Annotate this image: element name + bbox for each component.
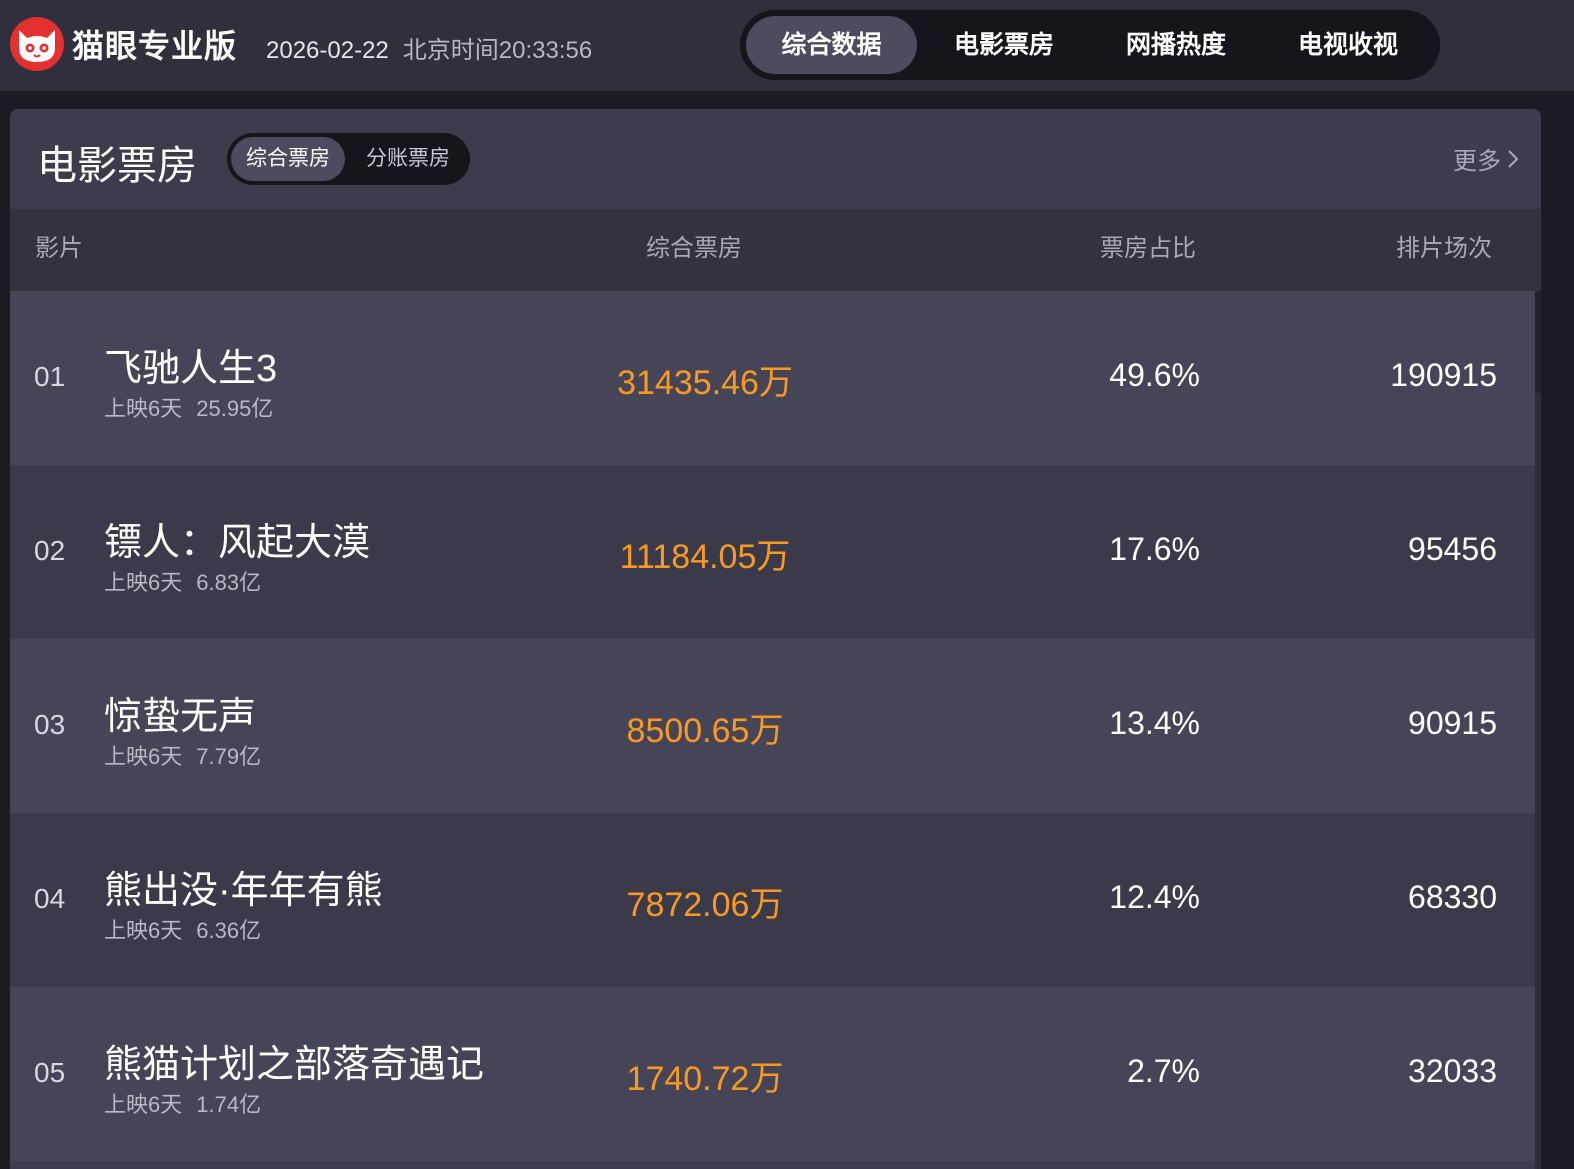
- combined-boxoffice: 31435.46万: [617, 364, 793, 402]
- chevron-right-icon: [1508, 149, 1519, 168]
- film-name[interactable]: 惊蛰无声: [104, 685, 256, 740]
- boxoffice-share: 2.7%: [1127, 1053, 1200, 1089]
- combined-boxoffice: 8500.65万: [626, 712, 784, 750]
- rank: 05: [34, 1057, 66, 1088]
- release-days: 上映6天: [104, 396, 183, 421]
- film-name[interactable]: 飞驰人生3: [104, 337, 277, 392]
- release-days: 上映6天: [104, 744, 183, 769]
- film-name[interactable]: 熊出没·年年有熊: [104, 859, 383, 914]
- datetime: 2026-02-22 北京时间20:33:56: [266, 30, 592, 65]
- subtab-split[interactable]: 分账票房: [351, 137, 465, 181]
- total-boxoffice: 6.83亿: [196, 570, 262, 595]
- column-header-boxoffice: 综合票房: [646, 235, 742, 262]
- table-body: 01 飞驰人生3 上映6天 25.95亿 31435.46万 49.6% 1909…: [10, 291, 1535, 1161]
- top-bar: 猫眼专业版 2026-02-22 北京时间20:33:56 综合数据 电影票房 网…: [0, 0, 1574, 91]
- film-meta: 上映6天 6.83亿: [104, 565, 261, 597]
- time-text: 20:33:56: [498, 37, 593, 64]
- release-days: 上映6天: [104, 1092, 183, 1117]
- session-count: 90915: [1408, 705, 1497, 741]
- session-count: 32033: [1408, 1053, 1497, 1089]
- rank: 02: [34, 535, 66, 566]
- film-name[interactable]: 熊猫计划之部落奇遇记: [104, 1033, 484, 1088]
- table-row[interactable]: 01 飞驰人生3 上映6天 25.95亿 31435.46万 49.6% 1909…: [10, 291, 1535, 465]
- table-row[interactable]: 04 熊出没·年年有熊 上映6天 6.36亿 7872.06万 12.4% 683…: [10, 813, 1535, 987]
- total-boxoffice: 25.95亿: [196, 396, 274, 421]
- column-header-sessions: 排片场次: [1396, 235, 1492, 262]
- tab-movie-boxoffice[interactable]: 电影票房: [918, 16, 1090, 74]
- film-meta: 上映6天 1.74亿: [104, 1087, 261, 1119]
- session-count: 190915: [1390, 357, 1497, 393]
- panel-title: 电影票房: [37, 144, 197, 188]
- table-row[interactable]: 03 惊蛰无声 上映6天 7.79亿 8500.65万 13.4% 90915: [10, 639, 1535, 813]
- rank: 04: [34, 883, 66, 914]
- combined-boxoffice: 1740.72万: [626, 1060, 784, 1098]
- date-text: 2026-02-22: [266, 37, 389, 64]
- total-boxoffice: 1.74亿: [196, 1092, 262, 1117]
- tab-overview[interactable]: 综合数据: [746, 16, 917, 74]
- film-meta: 上映6天 25.95亿: [104, 391, 273, 423]
- timezone-label: 北京时间: [402, 37, 499, 64]
- brand-name: 猫眼专业版: [72, 28, 238, 64]
- rank: 03: [34, 709, 66, 740]
- tab-web-heat[interactable]: 网播热度: [1090, 16, 1262, 74]
- table-row[interactable]: 02 镖人：风起大漠 上映6天 6.83亿 11184.05万 17.6% 954…: [10, 465, 1535, 639]
- release-days: 上映6天: [104, 570, 183, 595]
- combined-boxoffice: 11184.05万: [619, 538, 791, 576]
- session-count: 95456: [1408, 531, 1497, 567]
- more-label: 更多: [1453, 148, 1501, 175]
- subtab-combined[interactable]: 综合票房: [231, 137, 345, 181]
- tab-tv-ratings[interactable]: 电视收视: [1262, 16, 1434, 74]
- column-header-film: 影片: [35, 235, 83, 262]
- total-boxoffice: 6.36亿: [196, 918, 262, 943]
- film-meta: 上映6天 6.36亿: [104, 913, 261, 945]
- table-row[interactable]: 05 熊猫计划之部落奇遇记 上映6天 1.74亿 1740.72万 2.7% 32…: [10, 987, 1535, 1161]
- total-boxoffice: 7.79亿: [196, 744, 262, 769]
- rank: 01: [34, 361, 66, 392]
- more-link[interactable]: 更多: [1453, 141, 1519, 176]
- session-count: 68330: [1408, 879, 1497, 915]
- table-scrollbar[interactable]: [1535, 291, 1541, 1169]
- boxoffice-share: 17.6%: [1109, 531, 1200, 567]
- column-header-share: 票房占比: [1100, 235, 1196, 262]
- brand[interactable]: 猫眼专业版: [10, 17, 237, 71]
- boxoffice-panel: 电影票房 综合票房 分账票房 更多 影片 综合票房 票房占比 排片场次 01 飞…: [10, 109, 1541, 1169]
- release-days: 上映6天: [104, 918, 183, 943]
- boxoffice-subtabs: 综合票房 分账票房: [227, 133, 470, 185]
- combined-boxoffice: 7872.06万: [626, 886, 784, 924]
- scrollbar-thumb[interactable]: [1535, 291, 1541, 393]
- boxoffice-share: 13.4%: [1109, 705, 1200, 741]
- film-meta: 上映6天 7.79亿: [104, 739, 261, 771]
- boxoffice-share: 12.4%: [1109, 879, 1200, 915]
- boxoffice-share: 49.6%: [1109, 357, 1200, 393]
- table-header: 影片 综合票房 票房占比 排片场次: [10, 209, 1541, 291]
- main-nav: 综合数据 电影票房 网播热度 电视收视: [740, 10, 1440, 80]
- film-name[interactable]: 镖人：风起大漠: [104, 511, 370, 566]
- cat-face-icon: [10, 17, 64, 71]
